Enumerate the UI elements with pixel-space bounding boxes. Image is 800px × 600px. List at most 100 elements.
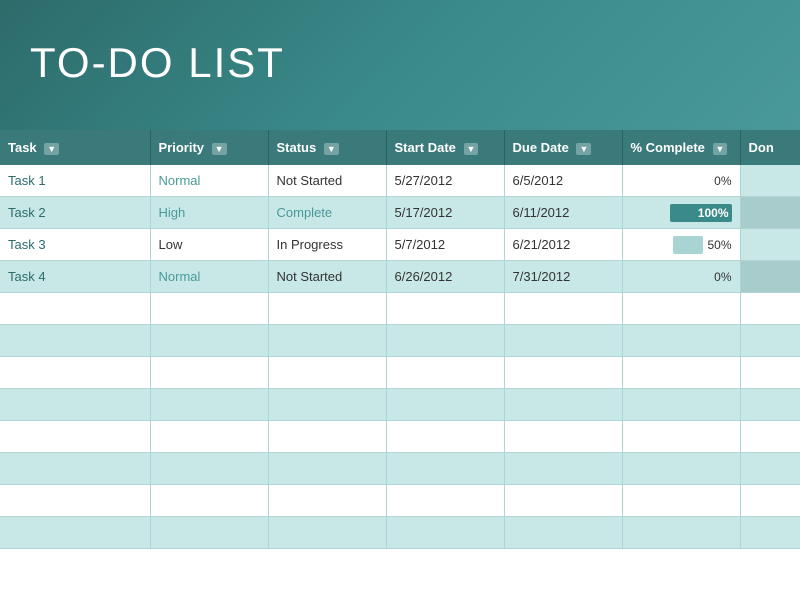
cell-task[interactable]: Task 1 bbox=[0, 165, 150, 197]
empty-cell bbox=[0, 453, 150, 485]
empty-cell bbox=[150, 389, 268, 421]
cell-status: Not Started bbox=[268, 165, 386, 197]
empty-cell bbox=[504, 517, 622, 549]
empty-cell bbox=[740, 293, 800, 325]
cell-duedate: 6/5/2012 bbox=[504, 165, 622, 197]
col-header-task: Task ▼ bbox=[0, 130, 150, 165]
col-header-done: Don bbox=[740, 130, 800, 165]
empty-row bbox=[0, 517, 800, 549]
col-header-priority: Priority ▼ bbox=[150, 130, 268, 165]
col-header-duedate: Due Date ▼ bbox=[504, 130, 622, 165]
empty-cell bbox=[150, 293, 268, 325]
empty-cell bbox=[0, 485, 150, 517]
empty-cell bbox=[386, 325, 504, 357]
col-header-status: Status ▼ bbox=[268, 130, 386, 165]
startdate-dropdown-arrow[interactable]: ▼ bbox=[464, 143, 479, 155]
task-dropdown-arrow[interactable]: ▼ bbox=[44, 143, 59, 155]
priority-dropdown-arrow[interactable]: ▼ bbox=[212, 143, 227, 155]
cell-startdate: 5/17/2012 bbox=[386, 197, 504, 229]
empty-cell bbox=[740, 485, 800, 517]
empty-cell bbox=[740, 389, 800, 421]
empty-row bbox=[0, 357, 800, 389]
table-row: Task 2HighComplete5/17/20126/11/2012 100… bbox=[0, 197, 800, 229]
empty-cell bbox=[504, 453, 622, 485]
header: TO-DO LIST bbox=[0, 0, 800, 130]
pct-text-50: 50% bbox=[707, 238, 731, 252]
pct-text-0: 0% bbox=[714, 174, 731, 188]
empty-cell bbox=[150, 517, 268, 549]
cell-duedate: 6/11/2012 bbox=[504, 197, 622, 229]
empty-cell bbox=[504, 421, 622, 453]
empty-cell bbox=[622, 453, 740, 485]
empty-cell bbox=[740, 517, 800, 549]
status-dropdown-arrow[interactable]: ▼ bbox=[324, 143, 339, 155]
cell-task[interactable]: Task 2 bbox=[0, 197, 150, 229]
col-header-startdate: Start Date ▼ bbox=[386, 130, 504, 165]
cell-status: Not Started bbox=[268, 261, 386, 293]
empty-cell bbox=[268, 389, 386, 421]
empty-cell bbox=[0, 517, 150, 549]
empty-cell bbox=[740, 453, 800, 485]
col-status-label: Status bbox=[277, 140, 317, 155]
empty-cell bbox=[622, 357, 740, 389]
empty-cell bbox=[622, 293, 740, 325]
col-duedate-label: Due Date bbox=[513, 140, 569, 155]
empty-cell bbox=[268, 485, 386, 517]
empty-cell bbox=[740, 325, 800, 357]
empty-cell bbox=[386, 485, 504, 517]
empty-cell bbox=[622, 325, 740, 357]
cell-status: In Progress bbox=[268, 229, 386, 261]
cell-priority: Normal bbox=[150, 261, 268, 293]
empty-cell bbox=[268, 357, 386, 389]
cell-startdate: 5/7/2012 bbox=[386, 229, 504, 261]
empty-cell bbox=[268, 325, 386, 357]
duedate-dropdown-arrow[interactable]: ▼ bbox=[576, 143, 591, 155]
empty-cell bbox=[386, 421, 504, 453]
cell-status: Complete bbox=[268, 197, 386, 229]
empty-cell bbox=[622, 485, 740, 517]
col-priority-label: Priority bbox=[159, 140, 205, 155]
empty-cell bbox=[268, 517, 386, 549]
col-complete-label: % Complete bbox=[631, 140, 705, 155]
col-task-label: Task bbox=[8, 140, 37, 155]
empty-row bbox=[0, 325, 800, 357]
empty-cell bbox=[386, 293, 504, 325]
cell-task[interactable]: Task 3 bbox=[0, 229, 150, 261]
empty-cell bbox=[268, 453, 386, 485]
table-container: Task ▼ Priority ▼ Status ▼ Start Date ▼ … bbox=[0, 130, 800, 549]
empty-cell bbox=[0, 293, 150, 325]
empty-cell bbox=[0, 357, 150, 389]
col-done-label: Don bbox=[749, 140, 774, 155]
cell-done bbox=[740, 165, 800, 197]
cell-priority: Low bbox=[150, 229, 268, 261]
empty-cell bbox=[504, 485, 622, 517]
page-title: TO-DO LIST bbox=[30, 39, 285, 87]
empty-cell bbox=[0, 325, 150, 357]
cell-pct-complete: 0% bbox=[622, 261, 740, 293]
cell-done bbox=[740, 197, 800, 229]
cell-task[interactable]: Task 4 bbox=[0, 261, 150, 293]
empty-cell bbox=[0, 421, 150, 453]
cell-startdate: 6/26/2012 bbox=[386, 261, 504, 293]
empty-row bbox=[0, 389, 800, 421]
cell-done bbox=[740, 261, 800, 293]
empty-row bbox=[0, 421, 800, 453]
empty-cell bbox=[622, 517, 740, 549]
empty-cell bbox=[386, 517, 504, 549]
complete-dropdown-arrow[interactable]: ▼ bbox=[713, 143, 728, 155]
col-header-complete: % Complete ▼ bbox=[622, 130, 740, 165]
cell-startdate: 5/27/2012 bbox=[386, 165, 504, 197]
pct-text-0: 0% bbox=[714, 270, 731, 284]
empty-cell bbox=[622, 421, 740, 453]
empty-cell bbox=[386, 453, 504, 485]
cell-done bbox=[740, 229, 800, 261]
empty-cell bbox=[740, 421, 800, 453]
progress-bar-50 bbox=[673, 236, 703, 254]
cell-priority: High bbox=[150, 197, 268, 229]
empty-row bbox=[0, 453, 800, 485]
empty-cell bbox=[740, 357, 800, 389]
cell-priority: Normal bbox=[150, 165, 268, 197]
empty-cell bbox=[0, 389, 150, 421]
cell-pct-complete: 0% bbox=[622, 165, 740, 197]
cell-pct-complete: 50% bbox=[622, 229, 740, 261]
